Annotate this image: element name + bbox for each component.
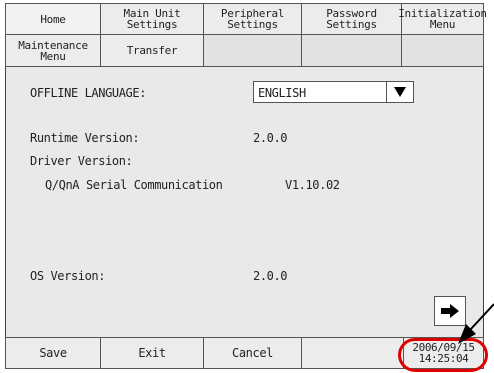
tab-empty-2 bbox=[301, 34, 402, 67]
callout-arrow-icon bbox=[458, 303, 494, 344]
language-value: ENGLISH bbox=[258, 86, 306, 100]
save-button[interactable]: Save bbox=[5, 337, 101, 369]
runtime-version-label: Runtime Version: bbox=[30, 131, 140, 145]
tab-maintenance-menu[interactable]: Maintenance Menu bbox=[5, 34, 101, 67]
tab-empty-1 bbox=[203, 34, 302, 67]
tab-peripheral-settings[interactable]: Peripheral Settings bbox=[203, 3, 302, 35]
tab-initialization-menu[interactable]: Initialization Menu bbox=[398, 3, 487, 35]
runtime-version-value: 2.0.0 bbox=[253, 131, 288, 145]
triangle-down-icon[interactable] bbox=[386, 82, 413, 102]
driver-version-value: V1.10.02 bbox=[285, 178, 340, 192]
os-version-label: OS Version: bbox=[30, 269, 106, 283]
exit-button[interactable]: Exit bbox=[100, 337, 204, 369]
cancel-button[interactable]: Cancel bbox=[203, 337, 302, 369]
tab-password-settings[interactable]: Password Settings bbox=[301, 3, 402, 35]
tab-home[interactable]: Home bbox=[5, 3, 101, 35]
driver-name: Q/QnA Serial Communication bbox=[45, 178, 223, 192]
driver-version-label: Driver Version: bbox=[30, 154, 133, 168]
content-panel bbox=[5, 67, 484, 335]
tab-empty-3 bbox=[401, 34, 484, 67]
tab-transfer[interactable]: Transfer bbox=[100, 34, 204, 67]
tab-main-unit-settings[interactable]: Main Unit Settings bbox=[100, 3, 204, 35]
os-version-value: 2.0.0 bbox=[253, 269, 288, 283]
offline-language-label: OFFLINE LANGUAGE: bbox=[30, 86, 147, 100]
language-select[interactable]: ENGLISH bbox=[253, 81, 414, 103]
footer-empty-slot bbox=[301, 337, 404, 369]
